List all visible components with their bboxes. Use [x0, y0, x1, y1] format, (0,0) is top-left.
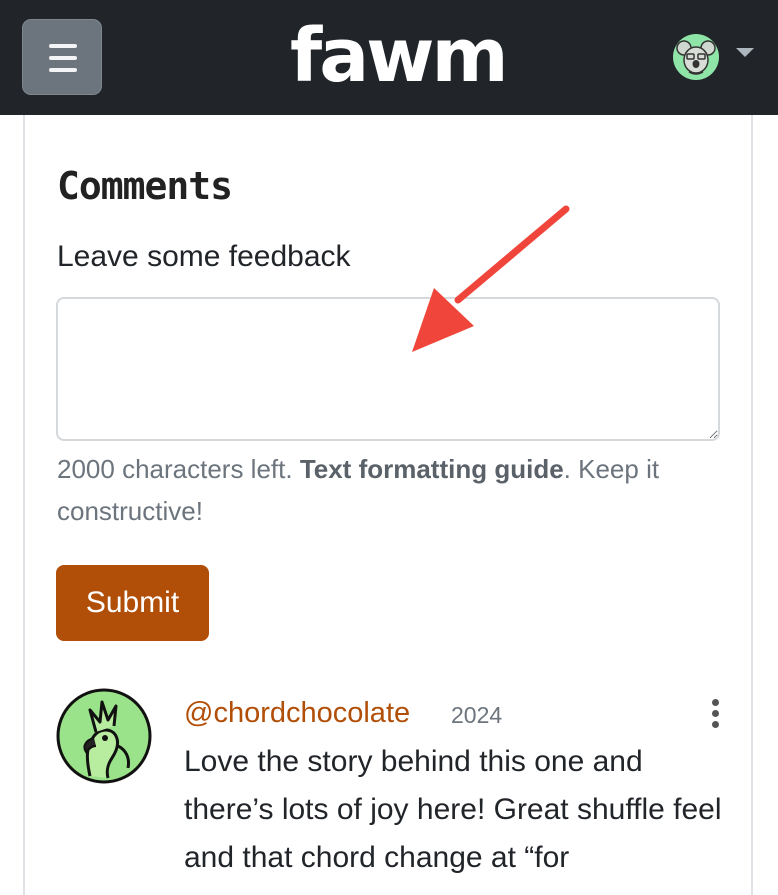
comment-year: 2024	[451, 702, 503, 728]
comment-body: Love the story behind this one and there…	[184, 745, 722, 874]
feedback-textarea[interactable]	[56, 297, 720, 441]
menu-button[interactable]	[22, 19, 102, 95]
user-avatar[interactable]	[673, 34, 719, 80]
cockatoo-avatar-icon	[56, 688, 152, 784]
feedback-label: Leave some feedback	[57, 240, 351, 273]
caret-down-icon[interactable]	[736, 48, 754, 57]
comments-heading: Comments	[57, 164, 233, 208]
commenter-avatar[interactable]	[56, 688, 152, 784]
top-navbar: fawm	[0, 0, 778, 115]
commenter-username[interactable]: @chordchocolate	[184, 694, 410, 732]
characters-left-text: 2000 characters left.	[57, 454, 300, 484]
feedback-help-text: 2000 characters left. Text formatting gu…	[57, 448, 737, 532]
hamburger-menu-icon-line	[49, 56, 77, 60]
comment-options-kebab-icon[interactable]	[708, 697, 724, 731]
site-logo[interactable]: fawm	[290, 19, 509, 93]
submit-button[interactable]: Submit	[56, 565, 209, 641]
hamburger-menu-icon	[49, 44, 77, 48]
text-formatting-guide-link[interactable]: Text formatting guide	[300, 454, 564, 484]
koala-avatar-icon	[673, 34, 719, 80]
hamburger-menu-icon-line	[49, 68, 77, 72]
